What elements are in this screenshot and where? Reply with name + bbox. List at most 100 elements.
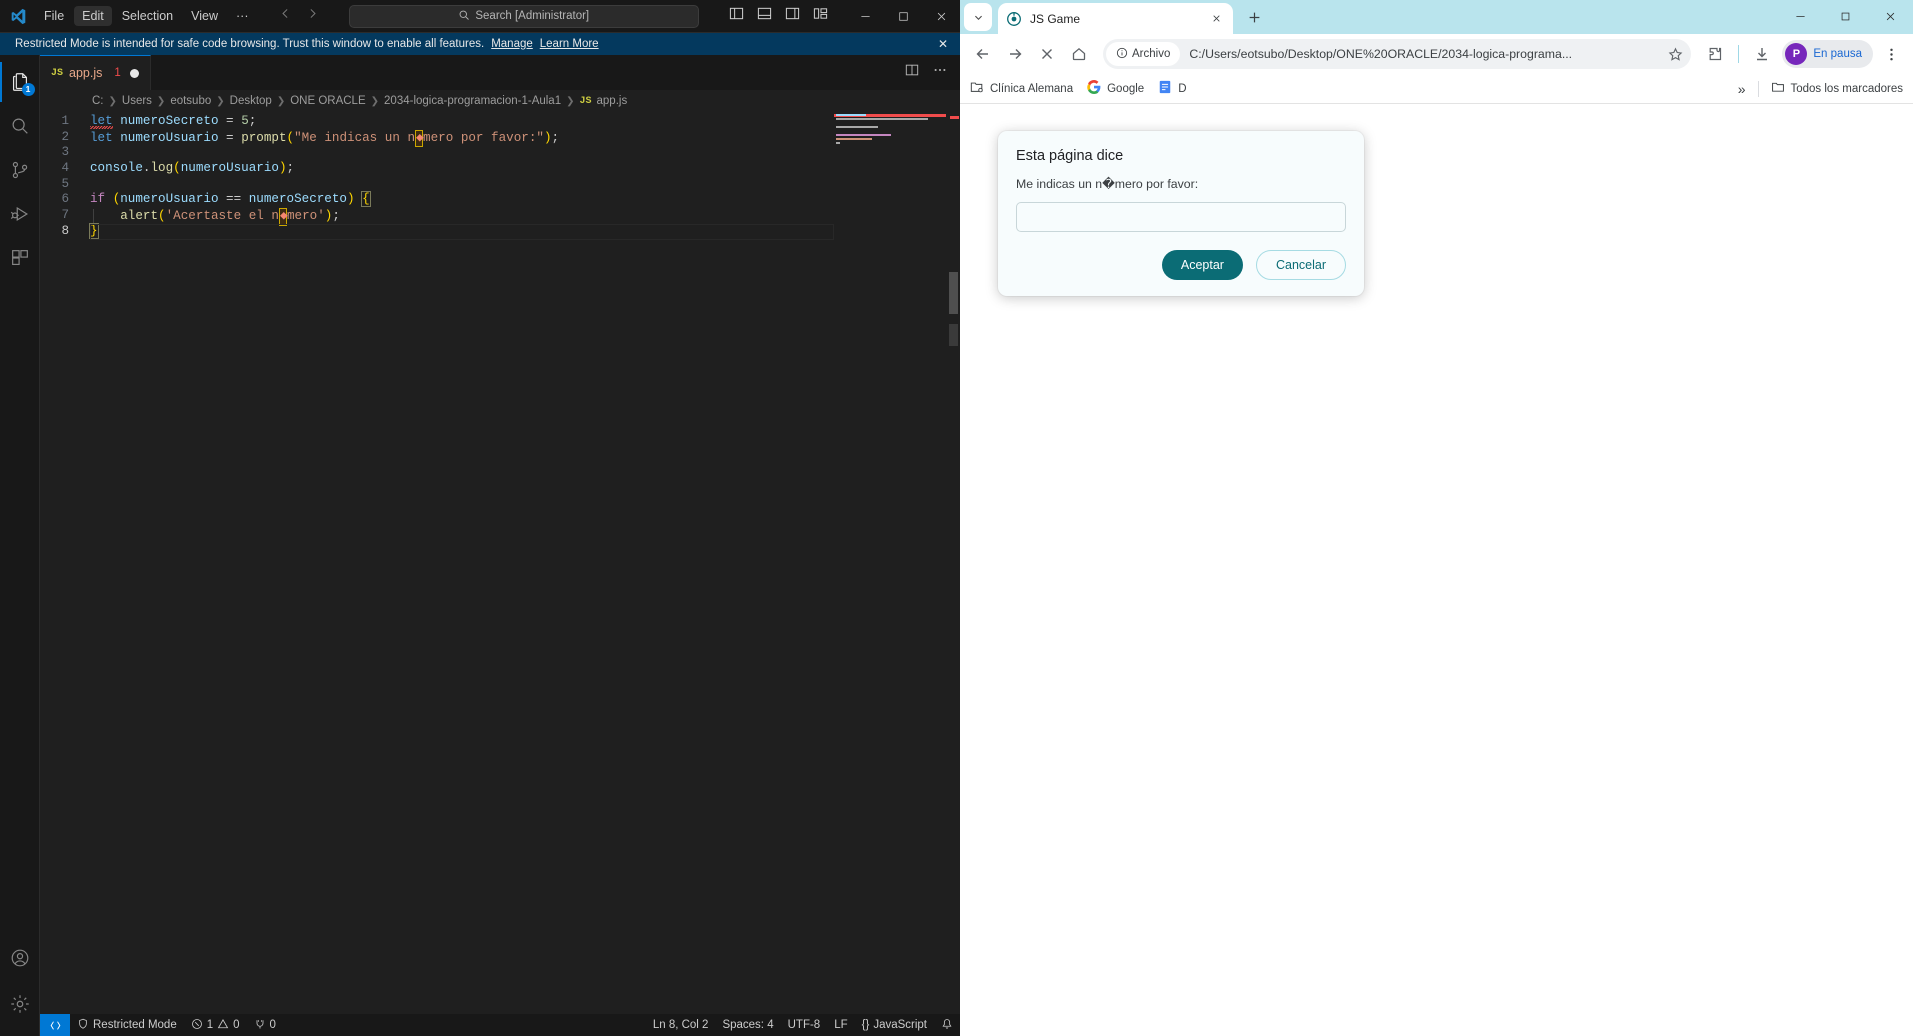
menu-view[interactable]: View bbox=[183, 6, 226, 26]
menu-more[interactable]: ··· bbox=[228, 6, 257, 26]
scrollbar-thumb-upper[interactable] bbox=[949, 272, 958, 314]
status-eol[interactable]: LF bbox=[827, 1014, 854, 1036]
breadcrumb-1[interactable]: Users bbox=[122, 95, 152, 107]
gear-icon[interactable] bbox=[0, 984, 40, 1024]
toggle-primary-sidebar-icon[interactable] bbox=[729, 6, 744, 26]
star-icon[interactable] bbox=[1662, 41, 1688, 67]
bookmark-clinica-alemana[interactable]: Clínica Alemana bbox=[970, 80, 1073, 97]
folder-icon bbox=[1771, 80, 1785, 97]
breadcrumb-4[interactable]: ONE ORACLE bbox=[290, 95, 365, 107]
status-cursor-position[interactable]: Ln 8, Col 2 bbox=[646, 1014, 716, 1036]
breadcrumb[interactable]: C: ❯ Users ❯ eotsubo ❯ Desktop ❯ ONE ORACLE ❯… bbox=[40, 90, 960, 112]
browser-window: JS Game Archivo C:/Users/eotsubo/Desktop… bbox=[960, 0, 1913, 1036]
vscode-minimize-button[interactable] bbox=[846, 0, 884, 33]
plus-icon[interactable] bbox=[1240, 3, 1268, 31]
three-dots-vertical-icon[interactable] bbox=[1877, 40, 1905, 68]
breadcrumb-2[interactable]: eotsubo bbox=[170, 95, 211, 107]
code-editor[interactable]: 1 let numeroSecreto = 5; 2 let numeroUsu… bbox=[40, 112, 834, 1014]
search-input[interactable]: Search [Administrator] bbox=[348, 4, 699, 28]
nav-forward-icon[interactable] bbox=[306, 7, 319, 25]
browser-maximize-button[interactable] bbox=[1823, 0, 1868, 32]
code-line-3: 3 bbox=[40, 145, 834, 161]
home-icon[interactable] bbox=[1064, 39, 1094, 69]
sidebar-item-search[interactable] bbox=[0, 106, 40, 146]
browser-close-button[interactable] bbox=[1868, 0, 1913, 32]
arrow-right-icon[interactable] bbox=[1000, 39, 1030, 69]
activity-bar-top: 1 bbox=[0, 55, 40, 278]
remote-window-icon[interactable] bbox=[40, 1014, 70, 1036]
file-scheme-chip[interactable]: Archivo bbox=[1106, 42, 1181, 66]
scrollbar-thumb-lower[interactable] bbox=[949, 324, 958, 346]
toggle-panel-icon[interactable] bbox=[757, 6, 772, 26]
download-icon[interactable] bbox=[1747, 39, 1777, 69]
code-line-6: 6 if (numeroUsuario == numeroSecreto) { bbox=[40, 191, 834, 208]
arrow-left-icon[interactable] bbox=[968, 39, 998, 69]
banner-close-icon[interactable]: ✕ bbox=[934, 37, 952, 51]
status-restricted-mode[interactable]: Restricted Mode bbox=[70, 1014, 184, 1036]
nav-back-icon[interactable] bbox=[279, 7, 292, 25]
toggle-secondary-sidebar-icon[interactable] bbox=[785, 6, 800, 26]
close-icon[interactable] bbox=[1207, 10, 1225, 28]
customize-layout-icon[interactable] bbox=[813, 6, 828, 26]
vscode-body: 1 JS app.js 1 C: ❯ Users ❯ eotsubo ❯ Des… bbox=[0, 55, 960, 1036]
status-encoding[interactable]: UTF-8 bbox=[781, 1014, 828, 1036]
puzzle-icon[interactable] bbox=[1700, 39, 1730, 69]
dialog-actions: Aceptar Cancelar bbox=[1016, 250, 1346, 280]
more-actions-icon[interactable] bbox=[933, 63, 947, 82]
split-editor-icon[interactable] bbox=[905, 63, 919, 82]
menu-selection[interactable]: Selection bbox=[114, 6, 181, 26]
bookmark-d[interactable]: D bbox=[1158, 80, 1187, 97]
address-bar[interactable]: Archivo C:/Users/eotsubo/Desktop/ONE%20O… bbox=[1103, 39, 1692, 69]
status-ports[interactable]: 0 bbox=[247, 1014, 283, 1036]
search-icon bbox=[458, 9, 470, 24]
breadcrumb-3[interactable]: Desktop bbox=[230, 95, 272, 107]
tab-dirty-indicator[interactable] bbox=[129, 68, 139, 78]
editor-scrollbar[interactable] bbox=[946, 112, 960, 1014]
bookmark-google[interactable]: Google bbox=[1087, 80, 1144, 97]
tab-search-button[interactable] bbox=[964, 3, 992, 31]
breadcrumb-6[interactable]: app.js bbox=[597, 95, 628, 107]
code-line-7: 7 alert('Acertaste el n◆mero'); bbox=[40, 208, 834, 226]
learn-more-link[interactable]: Learn More bbox=[540, 38, 599, 50]
vscode-close-button[interactable] bbox=[922, 0, 960, 33]
chevron-double-right-icon[interactable]: » bbox=[1738, 81, 1746, 97]
restricted-mode-label: Restricted Mode bbox=[93, 1019, 177, 1031]
breadcrumb-0[interactable]: C: bbox=[92, 95, 104, 107]
status-indentation[interactable]: Spaces: 4 bbox=[715, 1014, 780, 1036]
cancel-button[interactable]: Cancelar bbox=[1255, 250, 1346, 280]
stop-loading-icon[interactable] bbox=[1032, 39, 1062, 69]
menu-edit[interactable]: Edit bbox=[74, 6, 112, 26]
sidebar-item-run-and-debug[interactable] bbox=[0, 194, 40, 234]
sidebar-item-explorer[interactable]: 1 bbox=[0, 62, 40, 102]
accept-button[interactable]: Aceptar bbox=[1161, 250, 1243, 280]
invalid-char-glyph: n�mero bbox=[1095, 177, 1143, 191]
minimap[interactable] bbox=[834, 112, 946, 1014]
profile-chip[interactable]: P En pausa bbox=[1782, 40, 1873, 68]
line-content-7: alert('Acertaste el n◆mero'); bbox=[90, 208, 340, 226]
status-language-mode[interactable]: {} JavaScript bbox=[855, 1014, 934, 1036]
bookmarks-bar: Clínica Alemana Google D » Todos los mar… bbox=[960, 74, 1913, 104]
browser-minimize-button[interactable] bbox=[1778, 0, 1823, 32]
sidebar-item-source-control[interactable] bbox=[0, 150, 40, 190]
vscode-maximize-button[interactable] bbox=[884, 0, 922, 33]
vscode-nav-arrows[interactable] bbox=[279, 7, 319, 25]
dialog-message-part-a: Me indicas un bbox=[1016, 177, 1096, 191]
tab-app-js[interactable]: JS app.js 1 bbox=[40, 55, 151, 90]
sidebar-item-extensions[interactable] bbox=[0, 238, 40, 278]
status-notifications[interactable] bbox=[934, 1014, 960, 1036]
account-icon[interactable] bbox=[0, 938, 40, 978]
status-problems[interactable]: 1 0 bbox=[184, 1014, 247, 1036]
dialog-input[interactable] bbox=[1016, 202, 1346, 232]
browser-tab-js-game[interactable]: JS Game bbox=[998, 3, 1233, 34]
code-area: 1 let numeroSecreto = 5; 2 let numeroUsu… bbox=[40, 112, 960, 1014]
manage-link[interactable]: Manage bbox=[491, 38, 533, 50]
line-content-1: let numeroSecreto = 5; bbox=[90, 114, 257, 129]
breadcrumb-5[interactable]: 2034-logica-programacion-1-Aula1 bbox=[384, 95, 561, 107]
vscode-menu-bar[interactable]: File Edit Selection View ··· bbox=[36, 6, 257, 26]
url-text[interactable]: C:/Users/eotsubo/Desktop/ONE%20ORACLE/20… bbox=[1180, 47, 1662, 61]
vscode-layout-toggles[interactable] bbox=[729, 6, 828, 26]
all-bookmarks-button[interactable]: Todos los marcadores bbox=[1771, 80, 1903, 97]
menu-file[interactable]: File bbox=[36, 6, 72, 26]
info-circle-icon bbox=[1116, 47, 1128, 62]
line-number-1: 1 bbox=[61, 114, 69, 128]
